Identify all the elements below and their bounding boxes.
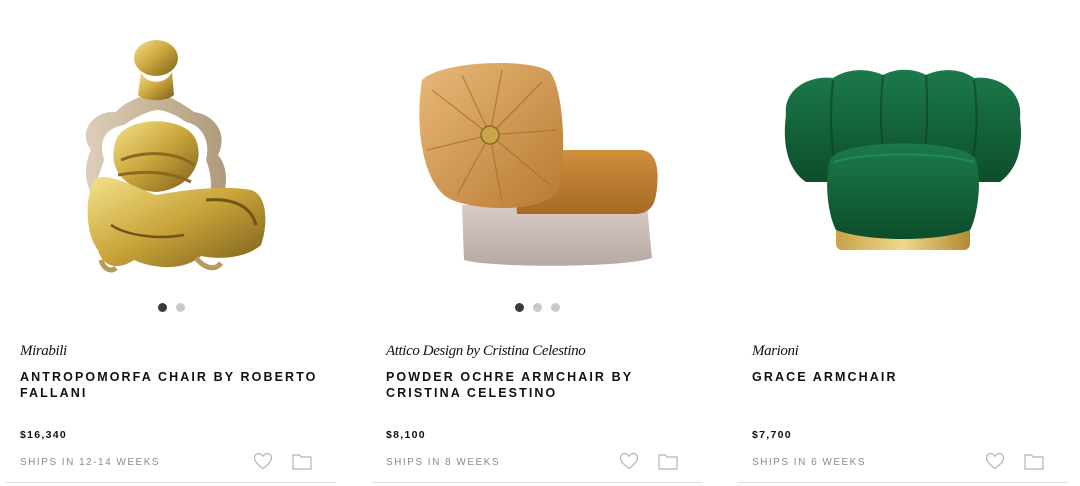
folder-icon[interactable] bbox=[658, 453, 678, 470]
ochre-velvet-armchair-image bbox=[419, 62, 658, 266]
product-title[interactable]: ANTROPOMORFA CHAIR BY ROBERTO FALLANI bbox=[20, 369, 325, 401]
product-price: $16,340 bbox=[20, 429, 68, 441]
card-divider bbox=[6, 482, 336, 483]
gold-sculptural-chair-image bbox=[85, 40, 266, 273]
product-title[interactable]: GRACE ARMCHAIR bbox=[752, 369, 1057, 385]
folder-icon[interactable] bbox=[292, 453, 312, 470]
shipping-info: SHIPS IN 8 WEEKS bbox=[386, 457, 501, 468]
product-image[interactable] bbox=[6, 20, 336, 290]
product-price: $7,700 bbox=[752, 429, 792, 441]
folder-icon[interactable] bbox=[1024, 453, 1044, 470]
heart-icon[interactable] bbox=[253, 452, 273, 470]
product-brand[interactable]: Marioni bbox=[752, 343, 799, 360]
carousel-dot-1[interactable] bbox=[157, 303, 167, 312]
product-image[interactable] bbox=[372, 20, 702, 290]
heart-icon[interactable] bbox=[985, 452, 1005, 470]
product-brand[interactable]: Attico Design by Cristina Celestino bbox=[386, 343, 586, 360]
heart-icon[interactable] bbox=[619, 452, 639, 470]
product-card[interactable]: Mirabili ANTROPOMORFA CHAIR BY ROBERTO F… bbox=[6, 0, 336, 486]
shipping-info: SHIPS IN 12-14 WEEKS bbox=[20, 457, 161, 468]
green-velvet-armchair-image bbox=[784, 69, 1022, 250]
carousel-dots bbox=[6, 303, 336, 313]
product-card[interactable]: Marioni GRACE ARMCHAIR $7,700 SHIPS IN 6… bbox=[738, 0, 1068, 486]
card-divider bbox=[372, 482, 702, 483]
carousel-dots bbox=[372, 303, 702, 313]
carousel-dot-1[interactable] bbox=[514, 303, 524, 312]
carousel-dot-2[interactable] bbox=[532, 303, 542, 312]
carousel-dot-2[interactable] bbox=[175, 303, 185, 312]
product-grid: Mirabili ANTROPOMORFA CHAIR BY ROBERTO F… bbox=[0, 0, 1080, 486]
product-price: $8,100 bbox=[386, 429, 426, 441]
carousel-dot-3[interactable] bbox=[550, 303, 560, 312]
shipping-info: SHIPS IN 6 WEEKS bbox=[752, 457, 867, 468]
product-brand[interactable]: Mirabili bbox=[20, 343, 67, 360]
product-title[interactable]: POWDER OCHRE ARMCHAIR BY CRISTINA CELEST… bbox=[386, 369, 691, 401]
product-image[interactable] bbox=[738, 20, 1068, 290]
product-card[interactable]: Attico Design by Cristina Celestino POWD… bbox=[372, 0, 702, 486]
card-divider bbox=[738, 482, 1068, 483]
